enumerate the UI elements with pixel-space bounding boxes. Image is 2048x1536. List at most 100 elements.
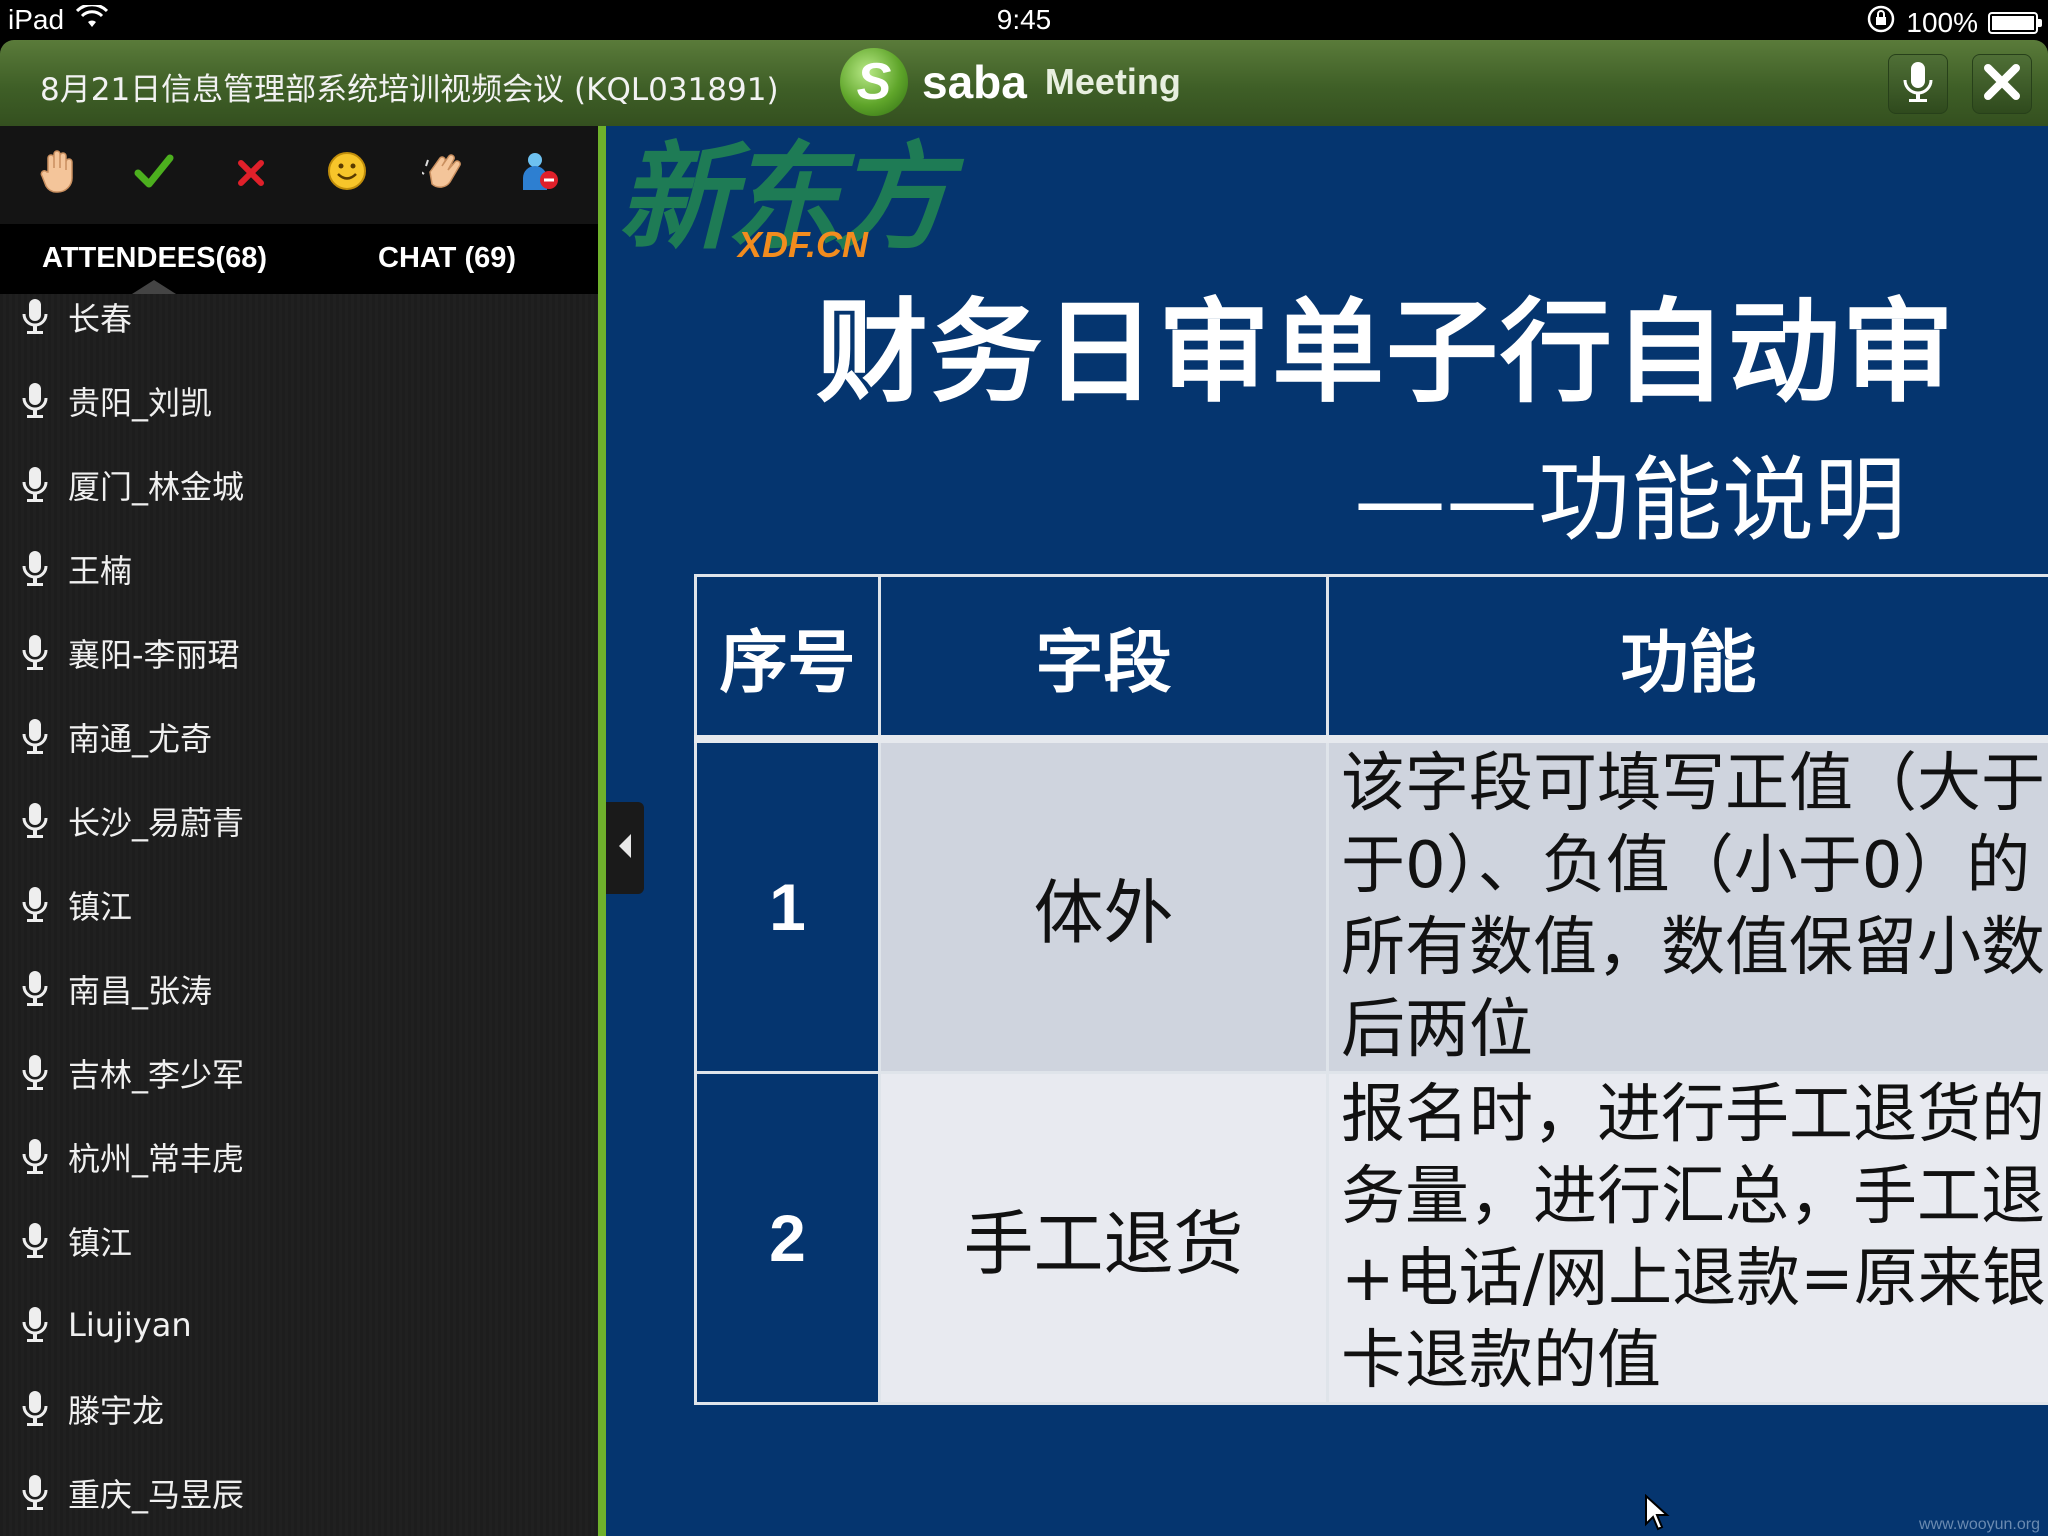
row-field: 手工退货 xyxy=(878,1071,1329,1405)
close-meeting-button[interactable] xyxy=(1972,54,2032,114)
attendee-name: 南通_尤奇 xyxy=(68,720,213,758)
agree-button[interactable] xyxy=(126,147,182,203)
tab-attendees[interactable]: ATTENDEES(68) xyxy=(42,242,267,275)
battery-fill xyxy=(1992,15,2034,30)
row-number: 2 xyxy=(694,1071,881,1405)
table-row: 1 体外 该字段可填写正值（大于 于0）、负值（小于0）的 所有数值，数值保留小… xyxy=(694,737,2048,1074)
microphone-button[interactable] xyxy=(1888,54,1948,114)
clap-icon xyxy=(420,150,464,201)
user-away-icon xyxy=(520,150,560,201)
attendee-name: 吉林_李少军 xyxy=(68,1056,245,1094)
attendee-name: 重庆_马昱辰 xyxy=(68,1476,245,1514)
collapse-panel-button[interactable] xyxy=(606,802,644,894)
checkmark-icon xyxy=(134,153,174,198)
attendee-name: 杭州_常丰虎 xyxy=(68,1140,245,1178)
description-line: 卡退款的值 xyxy=(1341,1324,1661,1398)
attendee-item[interactable]: 杭州_常丰虎 xyxy=(0,1122,598,1192)
table-row: 2 手工退货 报名时，进行手工退货的 务量，进行汇总，手工退 +电话/网上退款=… xyxy=(694,1071,2048,1405)
slide-subtitle: ——功能说明 xyxy=(1354,447,1907,554)
description-line: 务量，进行汇总，手工退 xyxy=(1341,1160,2045,1234)
attendee-item[interactable]: 重庆_马昱辰 xyxy=(0,1458,598,1528)
description-line: 该字段可填写正值（大于 xyxy=(1341,747,2045,821)
table-header: 序号 xyxy=(694,574,881,741)
close-icon xyxy=(1982,62,2022,106)
hand-icon xyxy=(38,148,78,203)
microphone-icon xyxy=(18,1134,52,1180)
attendee-item[interactable]: 镇江 xyxy=(0,1206,598,1276)
saba-logo-mark: S xyxy=(840,48,908,116)
description-line: 所有数值，数值保留小数 xyxy=(1341,911,2045,985)
attendee-item[interactable]: Liujiyan xyxy=(0,1290,598,1360)
attendee-item[interactable]: 南通_尤奇 xyxy=(0,702,598,772)
attendee-item[interactable]: 滕宇龙 xyxy=(0,1374,598,1444)
attendee-item[interactable]: 王楠 xyxy=(0,534,598,604)
meeting-title: 8月21日信息管理部系统培训视频会议 (KQL031891) xyxy=(40,72,779,108)
xdf-logo-domain: XDF.CN xyxy=(738,224,869,265)
raise-hand-button[interactable] xyxy=(30,147,86,203)
table-header: 功能 xyxy=(1326,574,2048,741)
attendee-item[interactable]: 长沙_易蔚青 xyxy=(0,786,598,856)
attendee-name: 厦门_林金城 xyxy=(68,468,245,506)
attendee-item[interactable]: 长春 xyxy=(0,294,598,352)
microphone-icon xyxy=(18,798,52,844)
microphone-icon xyxy=(18,462,52,508)
disagree-button[interactable] xyxy=(223,147,279,203)
table-header: 字段 xyxy=(878,574,1329,741)
battery-icon xyxy=(1988,11,2042,34)
microphone-icon xyxy=(18,378,52,424)
attendee-name: 襄阳-李丽珺 xyxy=(68,636,240,674)
attendee-name: Liujiyan xyxy=(68,1306,192,1344)
attendee-item[interactable]: 吉林_李少军 xyxy=(0,1038,598,1108)
attendee-list[interactable]: 长春 贵阳_刘凯 厦门_林金城 王楠 襄阳-李丽珺 南通_尤奇 长沙_易蔚青 镇江 南昌_张涛吉… xyxy=(0,294,598,1536)
mouse-cursor-icon xyxy=(1644,1493,1670,1536)
microphone-icon xyxy=(18,1218,52,1264)
microphone-icon xyxy=(18,1302,52,1348)
attendee-name: 镇江 xyxy=(68,1224,133,1262)
clock: 9:45 xyxy=(996,4,1052,35)
attendee-item[interactable]: 南昌_张涛 xyxy=(0,954,598,1024)
attendee-name: 南昌_张涛 xyxy=(68,972,213,1010)
row-description: 报名时，进行手工退货的 务量，进行汇总，手工退 +电话/网上退款=原来银 卡退款… xyxy=(1326,1071,2048,1405)
attendee-item[interactable]: 厦门_林金城 xyxy=(0,450,598,520)
reaction-toolbar xyxy=(0,126,598,224)
attendee-item[interactable]: 襄阳-李丽珺 xyxy=(0,618,598,688)
watermark: www.wooyun.org xyxy=(1919,1516,2040,1533)
attendee-name: 王楠 xyxy=(68,552,133,590)
microphone-icon xyxy=(18,966,52,1012)
microphone-icon xyxy=(18,1050,52,1096)
description-line: 报名时，进行手工退货的 xyxy=(1341,1078,2045,1152)
saba-logo: S saba Meeting xyxy=(840,48,1181,116)
attendee-name: 贵阳_刘凯 xyxy=(68,384,213,422)
rotation-lock-icon xyxy=(1866,4,1896,41)
meeting-title-bar: 8月21日信息管理部系统培训视频会议 (KQL031891) S saba Me… xyxy=(0,40,2048,126)
active-tab-indicator xyxy=(132,280,176,294)
presentation-slide: 新东方 XDF.CN 财务日审单子行自动审 ——功能说明 序号 字段 功能 1 … xyxy=(606,126,2048,1536)
function-table: 序号 字段 功能 1 体外 该字段可填写正值（大于 于0）、负值（小于0）的 所… xyxy=(694,574,2048,1405)
attendee-item[interactable]: 贵阳_刘凯 xyxy=(0,366,598,436)
smiley-icon xyxy=(327,151,367,200)
microphone-icon xyxy=(18,1470,52,1516)
panel-tabs: ATTENDEES(68) CHAT (69) xyxy=(0,224,598,294)
chevron-left-icon xyxy=(615,831,635,865)
row-number: 1 xyxy=(694,737,881,1074)
description-line: +电话/网上退款=原来银 xyxy=(1341,1242,2046,1316)
tab-chat[interactable]: CHAT (69) xyxy=(378,242,516,275)
step-away-button[interactable] xyxy=(512,147,568,203)
row-field: 体外 xyxy=(878,737,1329,1074)
smile-button[interactable] xyxy=(319,147,375,203)
microphone-icon xyxy=(18,714,52,760)
attendee-name: 滕宇龙 xyxy=(68,1392,165,1430)
brand-product: Meeting xyxy=(1044,61,1181,102)
microphone-icon xyxy=(18,546,52,592)
battery-percent: 100% xyxy=(1906,6,1978,38)
applause-button[interactable] xyxy=(415,147,471,203)
microphone-icon xyxy=(18,630,52,676)
attendee-item[interactable]: 镇江 xyxy=(0,870,598,940)
microphone-icon xyxy=(1900,60,1936,108)
brand-name: saba xyxy=(922,56,1027,108)
attendee-name: 镇江 xyxy=(68,888,133,926)
microphone-icon xyxy=(18,294,52,340)
row-description: 该字段可填写正值（大于 于0）、负值（小于0）的 所有数值，数值保留小数 后两位 xyxy=(1326,737,2048,1074)
description-line: 于0）、负值（小于0）的 xyxy=(1341,829,2031,903)
x-icon xyxy=(236,153,266,197)
